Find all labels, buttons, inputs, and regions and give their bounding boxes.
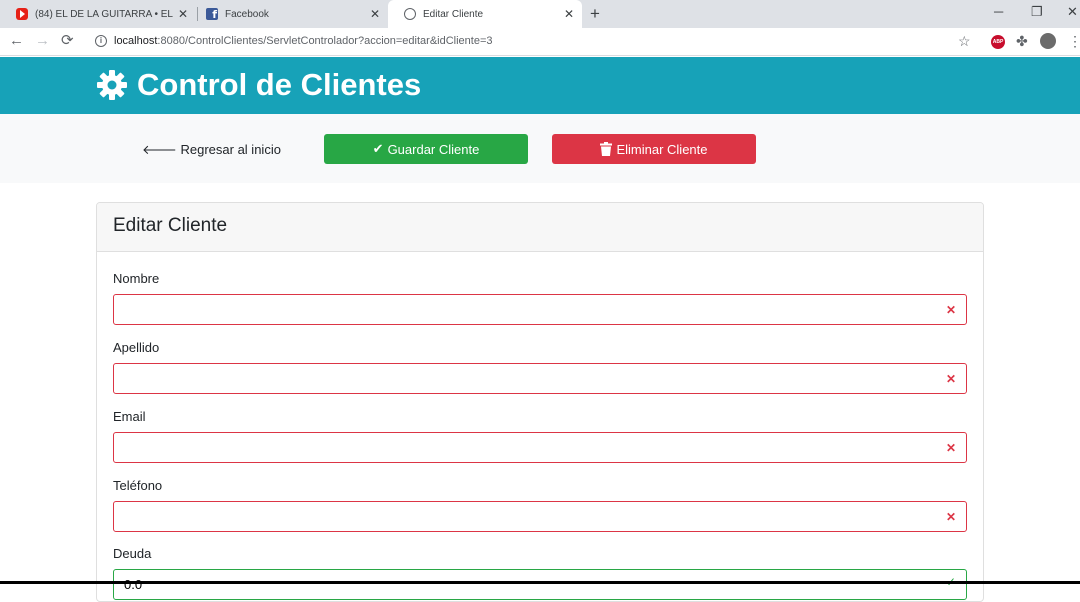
email-label: Email	[113, 409, 146, 424]
telefono-field[interactable]: ✕	[113, 501, 967, 532]
card-header: Editar Cliente	[97, 203, 983, 252]
error-x-icon: ✕	[945, 510, 956, 524]
tab-title: Editar Cliente	[423, 8, 484, 20]
window-close-icon[interactable]: ✕	[1067, 4, 1078, 20]
arrow-left-icon: 🡐	[142, 142, 177, 157]
browser-menu-icon[interactable]: ⋮	[1068, 33, 1080, 49]
save-client-button[interactable]: ✔ Guardar Cliente	[324, 134, 528, 164]
bookmark-star-icon[interactable]: ☆	[958, 33, 971, 49]
error-x-icon: ✕	[945, 303, 956, 317]
tab-facebook[interactable]: f Facebook ✕	[190, 0, 388, 28]
apellido-input[interactable]	[114, 364, 966, 393]
check-icon: ✔	[372, 141, 384, 156]
close-icon[interactable]: ✕	[564, 7, 574, 21]
error-x-icon: ✕	[945, 441, 956, 455]
apellido-field[interactable]: ✕	[113, 363, 967, 394]
back-home-link[interactable]: 🡐 Regresar al inicio	[142, 142, 281, 158]
browser-toolbar: ← → ⟳ i localhost:8080/ControlClientes/S…	[0, 28, 1080, 56]
url-path: :8080/ControlClientes/ServletControlador…	[157, 35, 493, 47]
deuda-label: Deuda	[113, 546, 152, 561]
adblock-icon[interactable]: ABP	[991, 35, 1005, 49]
restore-icon[interactable]: ❐	[1031, 4, 1043, 20]
info-icon[interactable]: i	[95, 35, 107, 47]
back-arrow-icon[interactable]: ←	[9, 32, 24, 50]
email-input[interactable]	[114, 433, 966, 462]
close-icon[interactable]: ✕	[370, 7, 380, 21]
delete-client-label: Eliminar Cliente	[616, 141, 708, 157]
action-bar: 🡐 Regresar al inicio ✔ Guardar Cliente E…	[0, 114, 1080, 183]
extensions-puzzle-icon[interactable]: ✤	[1016, 33, 1028, 49]
nombre-input[interactable]	[114, 295, 966, 324]
telefono-label: Teléfono	[113, 478, 163, 493]
card-title: Editar Cliente	[113, 215, 228, 236]
tab-title: (84) EL DE LA GUITARRA • EL SO	[35, 8, 175, 20]
minimize-icon[interactable]: ─	[994, 4, 1003, 20]
globe-icon	[404, 8, 416, 20]
new-tab-button[interactable]: +	[590, 4, 600, 24]
edit-client-card: Editar Cliente Nombre ✕ Apellido ✕ Email…	[96, 202, 984, 602]
profile-avatar[interactable]	[1040, 33, 1056, 49]
browser-tab-strip: (84) EL DE LA GUITARRA • EL SO ✕ f Faceb…	[0, 0, 1080, 28]
deuda-field[interactable]: ✓	[113, 569, 967, 600]
apellido-label: Apellido	[113, 340, 160, 355]
address-bar[interactable]: localhost:8080/ControlClientes/ServletCo…	[114, 35, 493, 47]
reload-icon[interactable]: ⟳	[61, 32, 74, 50]
forward-arrow-icon[interactable]: →	[35, 32, 50, 50]
tab-youtube[interactable]: (84) EL DE LA GUITARRA • EL SO ✕	[0, 0, 196, 28]
email-field[interactable]: ✕	[113, 432, 967, 463]
delete-client-button[interactable]: Eliminar Cliente	[552, 134, 756, 164]
nombre-field[interactable]: ✕	[113, 294, 967, 325]
gear-icon	[97, 70, 127, 100]
tab-title: Facebook	[225, 8, 269, 20]
error-x-icon: ✕	[945, 372, 956, 386]
back-home-label: Regresar al inicio	[180, 142, 281, 157]
facebook-icon: f	[206, 8, 218, 21]
youtube-icon	[16, 8, 28, 20]
nombre-label: Nombre	[113, 271, 160, 286]
save-client-label: Guardar Cliente	[387, 141, 480, 157]
app-title: Control de Clientes	[137, 67, 422, 102]
url-host: localhost	[114, 35, 158, 47]
tab-editar-cliente[interactable]: Editar Cliente ✕	[388, 0, 582, 28]
close-icon[interactable]: ✕	[178, 7, 188, 21]
deuda-input[interactable]	[114, 570, 966, 599]
app-header: Control de Clientes	[0, 57, 1080, 114]
trash-icon	[600, 142, 613, 156]
telefono-input[interactable]	[114, 502, 966, 531]
